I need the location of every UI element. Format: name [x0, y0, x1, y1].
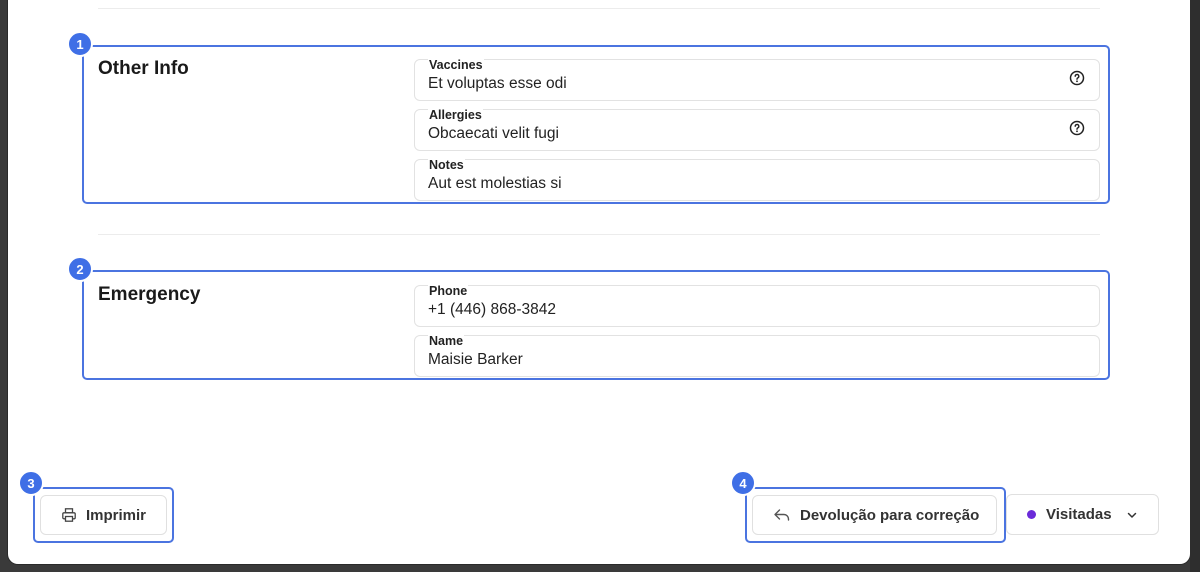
name-value: Maisie Barker — [428, 351, 523, 368]
section-title-emergency: Emergency — [98, 284, 201, 305]
reply-arrow-icon — [774, 509, 790, 521]
badge-3: 3 — [18, 470, 44, 496]
return-button-label: Devolução para correção — [800, 506, 980, 524]
phone-field[interactable]: Phone +1 (446) 868-3842 — [414, 284, 1100, 327]
scrollbar[interactable] — [1190, 0, 1200, 572]
status-dropdown[interactable]: Visitadas — [1006, 494, 1159, 535]
help-icon[interactable] — [1069, 70, 1085, 86]
allergies-label: Allergies — [428, 108, 483, 122]
return-for-correction-button[interactable]: Devolução para correção — [752, 495, 997, 535]
vaccines-label: Vaccines — [428, 58, 484, 72]
help-icon[interactable] — [1069, 120, 1085, 136]
phone-label: Phone — [428, 284, 469, 298]
print-button[interactable]: Imprimir — [40, 495, 167, 535]
allergies-value: Obcaecati velit fugi — [428, 125, 559, 142]
status-dot — [1027, 510, 1036, 519]
vaccines-value: Et voluptas esse odi — [428, 75, 567, 92]
name-field[interactable]: Name Maisie Barker — [414, 334, 1100, 377]
vaccines-field[interactable]: Vaccines Et voluptas esse odi — [414, 58, 1100, 101]
badge-1: 1 — [67, 31, 93, 57]
status-dropdown-label: Visitadas — [1046, 506, 1112, 523]
printer-icon — [62, 508, 76, 522]
divider-top — [98, 8, 1100, 9]
chevron-down-icon — [1127, 512, 1136, 518]
notes-value: Aut est molestias si — [428, 175, 562, 192]
divider-middle — [98, 234, 1100, 235]
badge-2: 2 — [67, 256, 93, 282]
notes-field[interactable]: Notes Aut est molestias si — [414, 158, 1100, 201]
phone-value: +1 (446) 868-3842 — [428, 301, 556, 318]
allergies-field[interactable]: Allergies Obcaecati velit fugi — [414, 108, 1100, 151]
name-label: Name — [428, 334, 465, 348]
section-title-other-info: Other Info — [98, 58, 189, 79]
print-button-label: Imprimir — [86, 506, 147, 524]
notes-label: Notes — [428, 158, 465, 172]
badge-4: 4 — [730, 470, 756, 496]
